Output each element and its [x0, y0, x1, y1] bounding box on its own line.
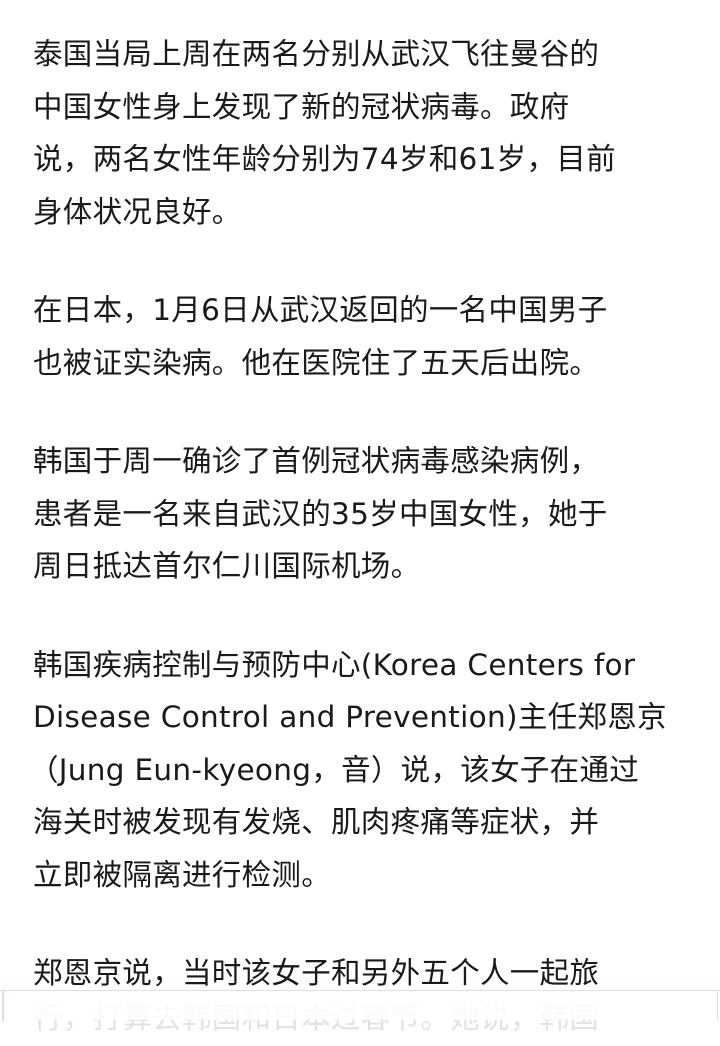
paragraph-kcdc: 韩国疾病控制与预防中心(Korea Centers for Disease Co…: [29, 639, 693, 902]
text-line: 在日本，1月6日从武汉返回的一名中国男子: [33, 293, 608, 327]
text-line: （Jung Eun-kyeong，音）说，该女子在通过: [29, 752, 640, 787]
text-line: 身体状况良好。: [33, 194, 242, 229]
bar-right-edge: [716, 991, 718, 1021]
paragraph-japan: 在日本，1月6日从武汉返回的一名中国男子 也被证实染病。他在医院住了五天后出院。: [33, 284, 693, 389]
bottom-overlay-bar: [0, 990, 720, 1021]
text-line: Disease Control and Prevention)主任郑恩京: [33, 700, 667, 734]
text-line: 泰国当局上周在两名分别从武汉飞往曼谷的: [33, 37, 600, 71]
text-line: 周日抵达首尔仁川国际机场。: [33, 549, 421, 583]
bar-left-edge: [2, 991, 4, 1021]
text-line: 说，两名女性年龄分别为74岁和61岁，目前: [33, 142, 616, 176]
text-line: 患者是一名来自武汉的35岁中国女性，她于: [33, 496, 608, 531]
article-body: 泰国当局上周在两名分别从武汉飞往曼谷的 中国女性身上发现了新的冠状病毒。政府 说…: [29, 28, 693, 1046]
paragraph-thailand: 泰国当局上周在两名分别从武汉飞往曼谷的 中国女性身上发现了新的冠状病毒。政府 说…: [33, 28, 693, 238]
text-line: 立即被隔离进行检测。: [33, 857, 332, 892]
text-line: 中国女性身上发现了新的冠状病毒。政府: [33, 89, 570, 124]
text-line: 韩国于周一确诊了首例冠状病毒感染病例，: [33, 444, 600, 478]
text-line: 韩国疾病控制与预防中心(Korea Centers for: [33, 647, 636, 682]
paragraph-korea: 韩国于周一确诊了首例冠状病毒感染病例， 患者是一名来自武汉的35岁中国女性，她于…: [33, 435, 693, 593]
text-line: 海关时被发现有发烧、肌肉疼痛等症状，并: [33, 805, 600, 839]
text-line: 也被证实染病。他在医院住了五天后出院。: [33, 345, 600, 380]
